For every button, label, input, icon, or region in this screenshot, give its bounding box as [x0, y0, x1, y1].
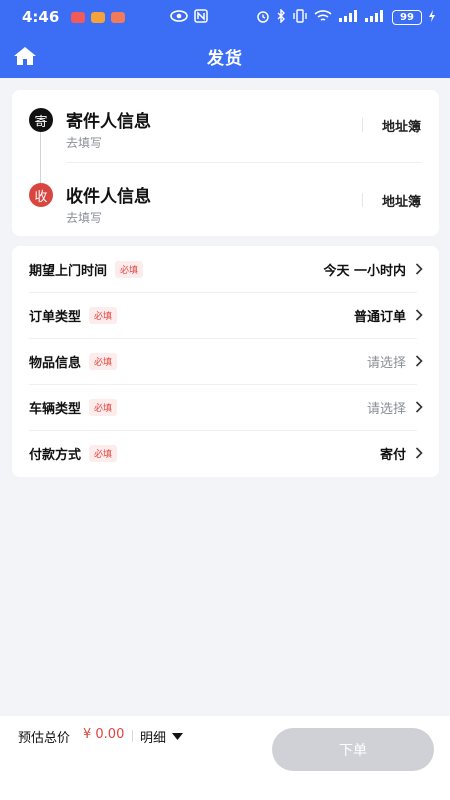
- form-row-vehicle-type[interactable]: 车辆类型 必填 请选择: [12, 384, 439, 430]
- order-form-card: 期望上门时间 必填 今天 一小时内 订单类型 必填 普通订单 物品信息 必填 请…: [12, 246, 439, 477]
- submit-order-button[interactable]: 下单: [272, 728, 434, 771]
- signal-icon: [364, 10, 384, 24]
- price-value: ¥ 0.00: [83, 727, 125, 742]
- wifi-icon: [314, 9, 332, 25]
- row-label: 车辆类型: [29, 401, 82, 417]
- chevron-right-icon: [415, 355, 423, 367]
- form-row-order-type[interactable]: 订单类型 必填 普通订单: [12, 292, 439, 338]
- row-value: 寄付: [379, 447, 406, 463]
- sender-info-row[interactable]: 寄 寄件人信息 去填写 地址簿: [12, 98, 439, 158]
- row-value: 请选择: [366, 355, 406, 371]
- chevron-right-icon: [415, 309, 423, 321]
- receiver-badge: 收: [29, 183, 53, 207]
- row-value: 今天 一小时内: [323, 263, 406, 279]
- sender-title: 寄件人信息: [66, 112, 151, 132]
- bluetooth-icon: [276, 8, 286, 25]
- alarm-icon: [256, 9, 270, 25]
- required-tag: 必填: [115, 260, 144, 278]
- page-title: 发货: [207, 48, 243, 69]
- receiver-address-book-button[interactable]: 地址簿: [382, 191, 421, 210]
- receiver-title: 收件人信息: [66, 187, 151, 207]
- divider: [132, 730, 133, 742]
- bottom-bar: 预估总价 ¥ 0.00 明细 下单: [0, 716, 450, 800]
- chevron-right-icon: [415, 447, 423, 459]
- signal-icon: [338, 10, 358, 24]
- row-label: 订单类型: [29, 309, 82, 325]
- notification-app-icon: [91, 11, 106, 23]
- required-tag: 必填: [89, 444, 118, 462]
- detail-label: 明细: [140, 731, 167, 746]
- app-header: 4:46 99 发货: [0, 0, 450, 78]
- required-tag: 必填: [89, 306, 118, 324]
- eye-icon: [170, 10, 188, 24]
- caret-down-icon: [172, 733, 184, 740]
- divider: [362, 118, 363, 132]
- receiver-info-row[interactable]: 收 收件人信息 去填写 地址簿: [12, 173, 439, 233]
- form-row-pickup-time[interactable]: 期望上门时间 必填 今天 一小时内: [12, 246, 439, 292]
- price-label: 预估总价: [18, 731, 71, 746]
- row-label: 期望上门时间: [29, 263, 108, 279]
- required-tag: 必填: [89, 398, 118, 416]
- row-label: 物品信息: [29, 355, 82, 371]
- charging-icon: [428, 10, 436, 24]
- notification-app-icon: [71, 11, 86, 23]
- home-icon: [14, 47, 36, 65]
- form-row-item-info[interactable]: 物品信息 必填 请选择: [12, 338, 439, 384]
- sender-address-book-button[interactable]: 地址簿: [382, 116, 421, 135]
- sender-badge: 寄: [29, 108, 53, 132]
- chevron-right-icon: [415, 401, 423, 413]
- receiver-subtitle: 去填写: [66, 211, 103, 225]
- required-tag: 必填: [89, 352, 118, 370]
- sender-subtitle: 去填写: [66, 136, 103, 150]
- status-left: 4:46: [22, 8, 126, 26]
- row-value: 请选择: [366, 401, 406, 417]
- status-bar: 4:46 99: [0, 0, 450, 34]
- vibrate-icon: [292, 9, 308, 25]
- row-value: 普通订单: [353, 309, 406, 325]
- price-detail-toggle[interactable]: 明细: [140, 727, 184, 746]
- status-right: 99: [170, 8, 436, 25]
- chevron-right-icon: [415, 263, 423, 275]
- battery-indicator: 99: [392, 9, 422, 25]
- status-time: 4:46: [22, 8, 60, 26]
- divider: [362, 193, 363, 207]
- address-card: 寄 寄件人信息 去填写 地址簿 收 收件人信息 去填写 地址簿: [12, 90, 439, 236]
- home-button[interactable]: [12, 43, 38, 69]
- divider: [66, 162, 421, 163]
- title-bar: 发货: [0, 34, 450, 78]
- nfc-icon: [194, 9, 208, 25]
- row-label: 付款方式: [29, 447, 82, 463]
- form-row-payment-method[interactable]: 付款方式 必填 寄付: [12, 430, 439, 476]
- message-icon: [111, 11, 126, 23]
